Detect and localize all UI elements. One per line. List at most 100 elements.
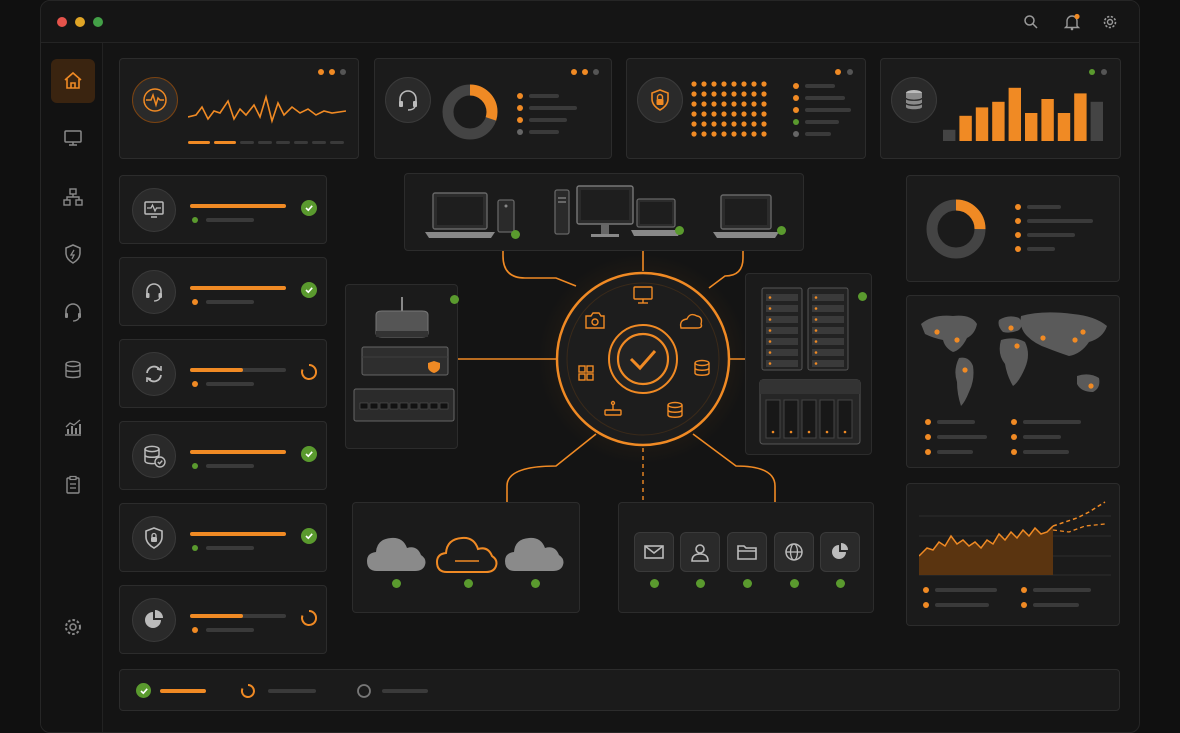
status-card-security[interactable] [119, 503, 327, 572]
trend-area-chart-widget[interactable] [906, 483, 1120, 626]
sidebar-item-analytics[interactable] [51, 405, 95, 449]
success-check-icon [301, 200, 317, 216]
shield-icon [62, 243, 84, 265]
firewall-device[interactable] [360, 343, 450, 379]
storage-widget[interactable] [880, 58, 1121, 159]
analytics-icon [62, 416, 84, 438]
status-dot [593, 69, 599, 75]
switch-device[interactable] [352, 385, 456, 425]
support-widget[interactable] [374, 58, 612, 159]
clients-group[interactable] [404, 173, 804, 251]
shield-lock-icon [132, 516, 176, 560]
success-check-icon [464, 579, 473, 588]
mail-icon[interactable] [634, 532, 674, 572]
status-dot [847, 69, 853, 75]
router-device[interactable] [372, 295, 432, 341]
headset-icon [385, 77, 431, 123]
sidebar-item-settings[interactable] [51, 605, 95, 649]
cloud-icon[interactable] [365, 531, 427, 573]
loading-spinner-icon [300, 609, 318, 627]
status-dot [329, 69, 335, 75]
servers-group[interactable] [745, 273, 872, 455]
sidebar-item-support[interactable] [51, 290, 95, 334]
footer-status-bar [119, 669, 1120, 711]
status-card-monitoring[interactable] [119, 175, 327, 244]
success-check-icon [392, 579, 401, 588]
services-group[interactable] [618, 502, 874, 613]
headset-icon [132, 270, 176, 314]
laptop-device[interactable] [423, 190, 497, 240]
waveform-chart [188, 93, 346, 124]
status-card-sync[interactable] [119, 339, 327, 408]
success-check-icon [777, 226, 786, 235]
success-check-icon [450, 295, 459, 304]
close-window-button[interactable] [57, 17, 67, 27]
world-map-widget[interactable] [906, 295, 1120, 468]
pie-chart-icon[interactable] [820, 532, 860, 572]
success-check-icon [511, 230, 520, 239]
bar [1025, 113, 1038, 141]
bar [992, 101, 1005, 141]
bar [975, 107, 989, 141]
bar [1057, 113, 1071, 141]
security-widget[interactable] [626, 58, 866, 159]
sidebar-item-database[interactable] [51, 348, 95, 392]
status-card-reports[interactable] [119, 585, 327, 654]
notification-bell-icon[interactable] [1063, 13, 1081, 31]
donut-chart [442, 84, 498, 140]
success-check-icon [650, 579, 659, 588]
rack-server-device[interactable] [758, 286, 858, 372]
monitor-device[interactable] [575, 184, 635, 244]
bar [1090, 101, 1103, 141]
status-dot [1101, 69, 1107, 75]
laptop-device[interactable] [711, 192, 781, 240]
donut-chart [926, 199, 986, 259]
bar-chart-svg [943, 87, 1103, 141]
desktop-tower-device[interactable] [551, 184, 575, 240]
bar [1041, 99, 1054, 141]
user-icon[interactable] [680, 532, 720, 572]
globe-icon[interactable] [774, 532, 814, 572]
monitor-icon [62, 127, 84, 149]
settings-gear-icon[interactable] [1102, 14, 1118, 30]
sidebar-item-security[interactable] [51, 232, 95, 276]
maximize-window-button[interactable] [93, 17, 103, 27]
database-check-icon [132, 434, 176, 478]
database-icon [62, 359, 84, 381]
home-icon [62, 70, 84, 92]
status-dot [571, 69, 577, 75]
pie-chart-icon [132, 598, 176, 642]
headset-icon [62, 301, 84, 323]
world-map [921, 312, 1107, 406]
sidebar-item-devices[interactable] [51, 116, 95, 160]
laptop-device[interactable] [629, 196, 683, 240]
search-icon[interactable] [1023, 14, 1039, 30]
area-chart [919, 501, 1111, 576]
success-check-icon [136, 683, 151, 698]
storage-array-device[interactable] [758, 378, 862, 446]
status-dot [318, 69, 324, 75]
sidebar-item-reports[interactable] [51, 463, 95, 507]
status-dot [582, 69, 588, 75]
cloud-active-icon[interactable] [435, 531, 499, 575]
bar [943, 129, 956, 141]
sidebar-item-home[interactable] [51, 59, 95, 103]
status-card-database[interactable] [119, 421, 327, 490]
clipboard-icon [62, 474, 84, 496]
cloud-services-group[interactable] [352, 502, 580, 613]
pulse-icon [132, 77, 178, 123]
pulse-widget[interactable] [119, 58, 359, 159]
success-check-icon [301, 528, 317, 544]
network-devices-group[interactable] [345, 284, 459, 449]
bar [959, 115, 972, 141]
folder-icon[interactable] [727, 532, 767, 572]
cloud-icon[interactable] [503, 531, 565, 573]
sidebar [41, 43, 103, 732]
sidebar-item-network[interactable] [51, 175, 95, 219]
usage-donut-widget[interactable] [906, 175, 1120, 282]
bar [1008, 87, 1021, 141]
minimize-window-button[interactable] [75, 17, 85, 27]
loading-spinner-icon [240, 683, 256, 699]
status-card-support[interactable] [119, 257, 327, 326]
success-check-icon [696, 579, 705, 588]
